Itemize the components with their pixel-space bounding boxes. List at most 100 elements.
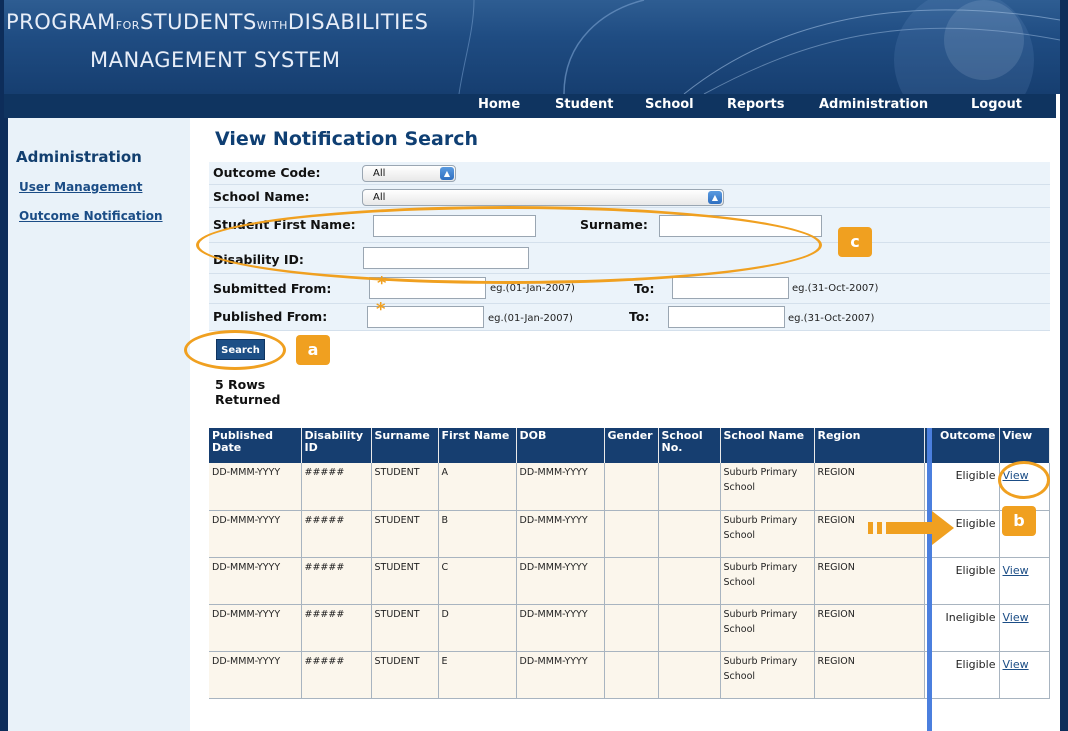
- view-link[interactable]: View: [1003, 564, 1029, 577]
- cell-first-name: C: [438, 557, 517, 605]
- callout-badge-c: c: [838, 227, 872, 257]
- callout-ring-a: [184, 330, 286, 370]
- header-gender[interactable]: Gender: [604, 428, 659, 463]
- cell-disability-id: #####: [301, 651, 372, 699]
- cell-outcome: Eligible: [924, 651, 1000, 699]
- cell-region: REGION: [814, 651, 925, 699]
- site-banner: PROGRAMFORSTUDENTSWITHDISABILITIES MANAG…: [4, 0, 1060, 94]
- school-name-value: All: [373, 192, 386, 203]
- column-highlight-bar: [927, 428, 932, 731]
- cell-surname: STUDENT: [371, 651, 439, 699]
- right-edge: [1056, 94, 1060, 731]
- cell-surname: STUDENT: [371, 604, 439, 652]
- brand-line-2: MANAGEMENT SYSTEM: [90, 48, 341, 72]
- form-row-outcome: Outcome Code: All ▲: [209, 162, 1050, 185]
- submitted-to-label: To:: [634, 281, 655, 296]
- callout-badge-a: a: [296, 335, 330, 365]
- cell-gender: [604, 651, 659, 699]
- school-name-select[interactable]: All ▲: [362, 189, 724, 206]
- cell-disability-id: #####: [301, 604, 372, 652]
- cell-disability-id: #####: [301, 463, 372, 511]
- cell-surname: STUDENT: [371, 510, 439, 558]
- submitted-from-hint: eg.(01-Jan-2007): [490, 283, 575, 294]
- table-header-row: Published Date Disability ID Surname Fir…: [209, 428, 1050, 463]
- top-nav: Home Student School Reports Administrati…: [4, 94, 1060, 118]
- outcome-code-value: All: [373, 168, 386, 179]
- header-outcome[interactable]: Outcome: [924, 428, 1000, 463]
- cell-dob: DD-MMM-YYYY: [516, 651, 605, 699]
- cell-school-name: Suburb Primary School: [720, 557, 815, 605]
- nav-student[interactable]: Student: [555, 97, 613, 112]
- cell-published-date: DD-MMM-YYYY: [209, 557, 302, 605]
- table-row: DD-MMM-YYYY ##### STUDENT A DD-MMM-YYYY …: [209, 463, 1050, 511]
- nav-school[interactable]: School: [645, 97, 694, 112]
- cell-school-name: Suburb Primary School: [720, 510, 815, 558]
- header-surname[interactable]: Surname: [371, 428, 439, 463]
- header-disability-id[interactable]: Disability ID: [301, 428, 372, 463]
- cell-surname: STUDENT: [371, 463, 439, 511]
- submitted-to-input[interactable]: [672, 277, 789, 299]
- nav-reports[interactable]: Reports: [727, 97, 784, 112]
- header-region[interactable]: Region: [814, 428, 925, 463]
- cell-region: REGION: [814, 463, 925, 511]
- sidebar: Administration User Management Outcome N…: [8, 118, 190, 731]
- header-published-date[interactable]: Published Date: [209, 428, 302, 463]
- header-school-name[interactable]: School Name: [720, 428, 815, 463]
- cell-view: View: [999, 604, 1050, 652]
- cell-gender: [604, 604, 659, 652]
- cell-disability-id: #####: [301, 510, 372, 558]
- submitted-to-hint: eg.(31-Oct-2007): [792, 283, 879, 294]
- cell-first-name: B: [438, 510, 517, 558]
- outcome-code-select[interactable]: All ▲: [362, 165, 456, 182]
- published-to-label: To:: [629, 309, 650, 324]
- header-view: View: [999, 428, 1050, 463]
- cell-region: REGION: [814, 557, 925, 605]
- cell-published-date: DD-MMM-YYYY: [209, 510, 302, 558]
- nav-administration[interactable]: Administration: [819, 97, 928, 112]
- cell-view: View: [999, 651, 1050, 699]
- cell-first-name: A: [438, 463, 517, 511]
- cell-outcome: Eligible: [924, 557, 1000, 605]
- published-to-hint: eg.(31-Oct-2007): [788, 313, 875, 324]
- published-to-input[interactable]: [668, 306, 785, 328]
- form-row-school: School Name: All ▲: [209, 185, 1050, 208]
- brand-line-1: PROGRAMFORSTUDENTSWITHDISABILITIES: [6, 10, 428, 34]
- cell-school-name: Suburb Primary School: [720, 604, 815, 652]
- table-row: DD-MMM-YYYY ##### STUDENT D DD-MMM-YYYY …: [209, 604, 1050, 652]
- cell-published-date: DD-MMM-YYYY: [209, 604, 302, 652]
- brand-word-with: WITH: [256, 19, 288, 32]
- rows-returned-count: 5 Rows Returned: [215, 377, 281, 407]
- brand-word-program: PROGRAM: [6, 10, 116, 34]
- brand-word-disabilities: DISABILITIES: [287, 10, 429, 34]
- cell-dob: DD-MMM-YYYY: [516, 557, 605, 605]
- cell-outcome: Ineligible: [924, 604, 1000, 652]
- header-dob[interactable]: DOB: [516, 428, 605, 463]
- cell-school-no: [658, 651, 721, 699]
- form-row-published: Published From: * eg.(01-Jan-2007) To: e…: [209, 299, 1050, 331]
- nav-logout[interactable]: Logout: [971, 97, 1022, 112]
- cell-region: REGION: [814, 604, 925, 652]
- nav-home[interactable]: Home: [478, 97, 520, 112]
- sidebar-title: Administration: [16, 148, 142, 166]
- submitted-from-label: Submitted From:: [213, 281, 332, 296]
- published-from-label: Published From:: [213, 309, 328, 324]
- view-link[interactable]: View: [1003, 658, 1029, 671]
- cell-gender: [604, 510, 659, 558]
- cell-gender: [604, 557, 659, 605]
- select-arrows-icon: ▲: [440, 167, 454, 180]
- sidebar-link-outcome-notification[interactable]: Outcome Notification: [19, 209, 163, 223]
- sidebar-link-user-management[interactable]: User Management: [19, 180, 142, 194]
- header-first-name[interactable]: First Name: [438, 428, 517, 463]
- outcome-code-label: Outcome Code:: [213, 165, 321, 180]
- header-school-no[interactable]: School No.: [658, 428, 721, 463]
- cell-disability-id: #####: [301, 557, 372, 605]
- cell-published-date: DD-MMM-YYYY: [209, 463, 302, 511]
- cell-published-date: DD-MMM-YYYY: [209, 651, 302, 699]
- view-link[interactable]: View: [1003, 611, 1029, 624]
- cell-gender: [604, 463, 659, 511]
- table-row: DD-MMM-YYYY ##### STUDENT C DD-MMM-YYYY …: [209, 557, 1050, 605]
- cell-school-no: [658, 510, 721, 558]
- callout-ring-c: [196, 206, 822, 284]
- results-table: Published Date Disability ID Surname Fir…: [209, 428, 1050, 699]
- cell-school-name: Suburb Primary School: [720, 651, 815, 699]
